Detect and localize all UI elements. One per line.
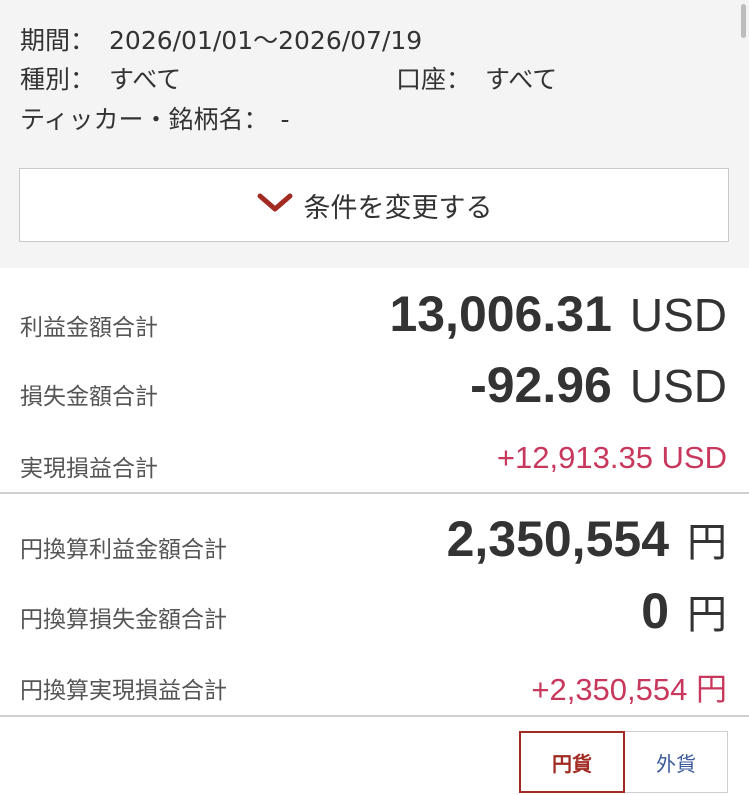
account-value: すべて	[485, 65, 558, 94]
jpy-loss-unit: 円	[687, 592, 727, 638]
type-label: 種別：	[20, 65, 96, 94]
jpy-profit-unit: 円	[687, 520, 727, 566]
ticker-value: -	[280, 105, 290, 134]
jpy-loss-value: 0	[641, 583, 669, 639]
usd-profit-total: 13,006.31 USD	[389, 285, 727, 343]
usd-loss-label: 損失金額合計	[20, 384, 158, 410]
usd-realized-label: 実現損益合計	[20, 456, 158, 482]
usd-profit-label: 利益金額合計	[20, 315, 158, 341]
account-label: 口座：	[396, 65, 472, 94]
usd-realized-value: +12,913.35 USD	[496, 440, 727, 475]
period-filter: 期間： 2026/01/01〜2026/07/19	[20, 25, 422, 57]
ticker-filter: ティッカー・銘柄名： -	[20, 104, 290, 136]
usd-loss-total: -92.96 USD	[470, 356, 727, 414]
usd-loss-unit: USD	[629, 360, 727, 412]
type-filter: 種別： すべて	[20, 64, 181, 96]
usd-profit-value: 13,006.31	[389, 286, 612, 342]
type-value: すべて	[109, 65, 182, 94]
usd-loss-value: -92.96	[470, 357, 612, 413]
chevron-down-icon	[257, 193, 292, 212]
filter-panel: 期間： 2026/01/01〜2026/07/19 種別： すべて 口座： すべて テ…	[0, 0, 749, 268]
jpy-realized-value: +2,350,554 円	[531, 672, 727, 707]
jpy-profit-value: 2,350,554	[446, 511, 669, 567]
period-value: 2026/01/01〜2026/07/19	[109, 26, 423, 55]
jpy-realized-label: 円換算実現損益合計	[20, 678, 227, 704]
jpy-realized-total: +2,350,554 円	[531, 664, 727, 709]
account-filter: 口座： すべて	[396, 64, 557, 96]
jpy-loss-total: 0 円	[641, 582, 727, 640]
scrollbar[interactable]	[741, 4, 746, 38]
change-conditions-label: 条件を変更する	[303, 192, 493, 224]
section-divider	[0, 715, 749, 717]
jpy-profit-total: 2,350,554 円	[447, 510, 727, 568]
period-label: 期間：	[20, 26, 96, 55]
yen-toggle-button[interactable]: 円貨	[519, 731, 625, 793]
change-conditions-button[interactable]: 条件を変更する	[19, 168, 729, 242]
section-divider	[0, 492, 749, 494]
usd-realized-total: +12,913.35 USD	[497, 440, 727, 476]
usd-profit-unit: USD	[629, 289, 727, 341]
ticker-label: ティッカー・銘柄名：	[20, 105, 269, 134]
foreign-currency-toggle-button[interactable]: 外貨	[625, 731, 728, 793]
jpy-loss-label: 円換算損失金額合計	[20, 607, 227, 633]
jpy-profit-label: 円換算利益金額合計	[20, 537, 227, 563]
